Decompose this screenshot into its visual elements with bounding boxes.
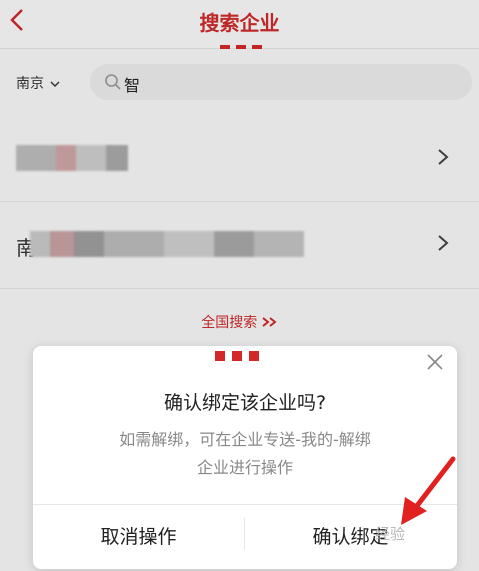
dialog-message-line: 如需解绑，可在企业专送-我的-解绑 [119, 430, 371, 449]
dialog-title: 确认绑定该企业吗? [163, 392, 327, 414]
cancel-button[interactable]: 取消操作 [33, 522, 244, 549]
page: 搜索企业 南京 智 南 全国搜索 确认绑定该企业吗? 如需解绑，可在企业专送-我… [0, 0, 479, 571]
dialog-dots [215, 346, 275, 361]
pointer-arrow-icon [401, 456, 456, 525]
watermark-logo: 经验 [375, 523, 405, 544]
dialog-message: 如需解绑，可在企业专送-我的-解绑 企业进行操作 [73, 426, 417, 482]
watermark-text: 经验 [375, 525, 406, 543]
close-icon[interactable] [425, 352, 445, 372]
divider [33, 504, 457, 505]
dialog-message-line: 企业进行操作 [196, 458, 293, 477]
